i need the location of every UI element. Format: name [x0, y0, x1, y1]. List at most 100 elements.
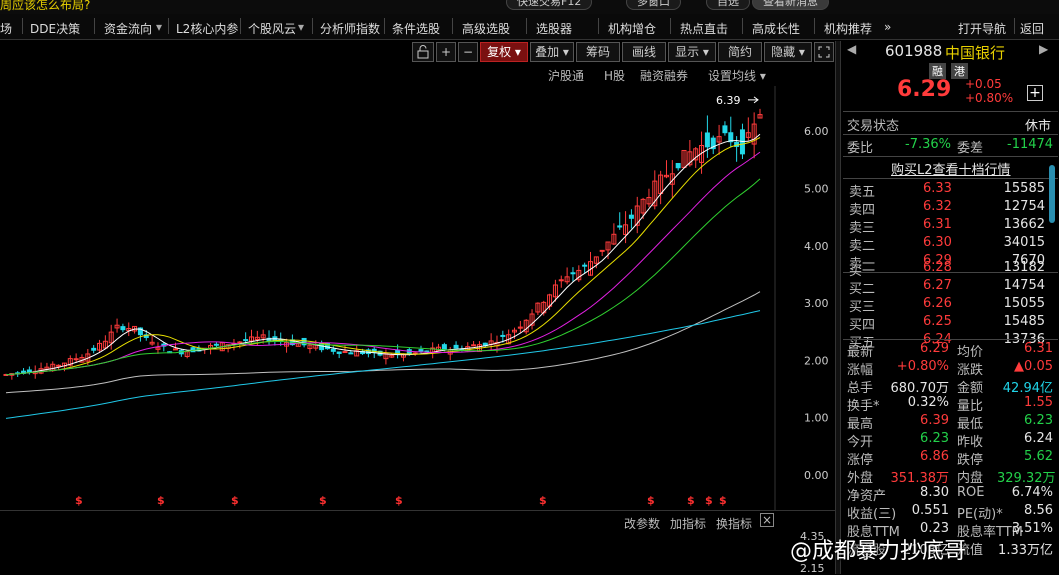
- menu-item-stock-news[interactable]: 个股风云: [248, 20, 296, 37]
- menu-item-capital-flow[interactable]: 资金流向: [104, 20, 152, 37]
- add-indicator-button[interactable]: 加指标: [670, 515, 706, 532]
- bid-row[interactable]: 买四 6.25 15485: [849, 314, 1049, 333]
- candle-body: [190, 347, 196, 353]
- stat-value: 6.39: [920, 413, 949, 428]
- stat-row: 外盘 351.38万 内盘 329.32万: [847, 467, 1056, 486]
- zoom-in-button[interactable]: +: [436, 42, 456, 62]
- dividend-marker-icon: $: [647, 494, 655, 507]
- menu-item-dde[interactable]: DDE决策: [30, 20, 80, 37]
- stat-row: 最新 6.29 均价 6.31: [847, 341, 1055, 360]
- bid-row[interactable]: 买一 6.28 13182: [849, 260, 1049, 279]
- menu-item-advanced-select[interactable]: 高级选股: [462, 20, 510, 37]
- candle-body: [237, 341, 243, 344]
- draw-line-button[interactable]: 画线: [622, 42, 666, 62]
- overlay-button[interactable]: 叠加 ▾: [530, 42, 574, 62]
- hk-connect-link[interactable]: 沪股通: [548, 67, 584, 84]
- chevron-down-icon[interactable]: ▾: [156, 20, 162, 34]
- hide-button[interactable]: 隐藏 ▾: [764, 42, 812, 62]
- stat-label: 最低: [957, 417, 984, 432]
- stat-label: 昨收: [957, 435, 984, 450]
- candle-body: [617, 225, 623, 228]
- multi-window-button[interactable]: 多窗口: [626, 0, 681, 10]
- zoom-out-button[interactable]: −: [458, 42, 478, 62]
- quick-trade-button[interactable]: 快速交易F12: [506, 0, 593, 10]
- chips-button[interactable]: 筹码: [576, 42, 620, 62]
- candle-body: [213, 343, 219, 346]
- chevron-down-icon[interactable]: ▾: [298, 20, 304, 34]
- menu-item-growth[interactable]: 高成长性: [752, 20, 800, 37]
- add-watchlist-button[interactable]: +: [1027, 85, 1043, 101]
- menu-item-screener[interactable]: 选股器: [536, 20, 572, 37]
- menu-item-recommend[interactable]: 机构推荐: [824, 20, 872, 37]
- ask-row[interactable]: 卖四 6.32 12754: [849, 199, 1049, 218]
- stat-value: 5.62: [1024, 449, 1053, 464]
- open-nav-button[interactable]: 打开导航: [958, 20, 1006, 37]
- restore-rights-button[interactable]: 复权 ▾: [480, 42, 528, 62]
- scrollbar-thumb[interactable]: [1049, 165, 1055, 223]
- next-stock-icon[interactable]: ▶: [1039, 42, 1048, 56]
- current-price: 6.29: [897, 77, 952, 102]
- ask-row[interactable]: 卖二 6.30 34015: [849, 235, 1049, 254]
- candle-body: [628, 214, 634, 219]
- ask-row[interactable]: 卖五 6.33 15585: [849, 181, 1049, 200]
- h-share-link[interactable]: H股: [604, 67, 625, 84]
- stock-name: 中国银行: [945, 44, 1006, 62]
- close-icon[interactable]: ×: [760, 513, 774, 527]
- candle-body: [570, 272, 576, 275]
- candle-body: [675, 162, 681, 169]
- indicator-toolbar: 改参数 加指标 换指标 ×: [0, 510, 835, 534]
- divider: [843, 339, 1058, 340]
- new-messages-button[interactable]: 查看新消息: [752, 0, 829, 10]
- stat-row: 最高 6.39 最低 6.23: [847, 413, 1055, 432]
- menu-item-institution-add[interactable]: 机构增仓: [608, 20, 656, 37]
- bid-row[interactable]: 买三 6.26 15055: [849, 296, 1049, 315]
- stat-value: 6.74%: [1011, 485, 1053, 500]
- candle-body: [348, 352, 354, 355]
- l2-purchase-link[interactable]: 购买L2查看十档行情: [891, 159, 1011, 178]
- stat-label: 涨跌: [957, 363, 984, 378]
- divider: [843, 111, 1058, 112]
- fullscreen-icon[interactable]: [814, 42, 834, 62]
- news-ticker[interactable]: 周应该怎么布局?: [0, 0, 90, 13]
- candle-body: [582, 264, 588, 267]
- menu-item-hotspot[interactable]: 热点直击: [680, 20, 728, 37]
- dividend-marker-icon: $: [231, 494, 239, 507]
- menu-item-condition-select[interactable]: 条件选股: [392, 20, 440, 37]
- menu-item-market[interactable]: 场: [0, 20, 12, 37]
- status-value: 休市: [1025, 119, 1052, 134]
- stat-row: 今开 6.23 昨收 6.24: [847, 431, 1055, 450]
- stat-label: 最高: [847, 417, 874, 432]
- back-button[interactable]: 返回: [1020, 20, 1044, 37]
- y-tick-label: 2.00: [804, 354, 829, 367]
- ask-row[interactable]: 卖三 6.31 13662: [849, 217, 1049, 236]
- switch-indicator-button[interactable]: 换指标: [716, 515, 752, 532]
- more-menu-icon[interactable]: »: [884, 20, 891, 34]
- overlay-label: 叠加: [535, 45, 560, 59]
- indicator-panel[interactable]: 4.35 2.15: [0, 530, 835, 575]
- menu-item-analyst[interactable]: 分析师指数: [320, 20, 380, 37]
- candle-body: [471, 344, 477, 347]
- y-tick-label: 3.00: [804, 297, 829, 310]
- watchlist-button[interactable]: 自选: [706, 0, 750, 10]
- stat-label: 今开: [847, 435, 874, 450]
- menu-item-l2[interactable]: L2核心内参: [176, 20, 238, 37]
- price-chart[interactable]: 6.00 5.00 4.00 3.00 2.00 1.00 0.00 6.39 $ $ $ $ $ $ $ $…: [0, 86, 835, 510]
- lock-icon[interactable]: [412, 42, 434, 62]
- stat-value: 42.94亿: [1002, 381, 1053, 396]
- simple-button[interactable]: 简约: [718, 42, 762, 62]
- display-button[interactable]: 显示 ▾: [668, 42, 716, 62]
- bid-label: 买四: [849, 318, 876, 333]
- set-ma-button[interactable]: 设置均线 ▾: [708, 67, 766, 84]
- candle-body: [73, 358, 79, 361]
- ask-label: 卖二: [849, 239, 876, 254]
- candle-body: [173, 348, 179, 351]
- bid-row[interactable]: 买二 6.27 14754: [849, 278, 1049, 297]
- ask-label: 卖三: [849, 221, 876, 236]
- ask-volume: 34015: [1003, 235, 1045, 250]
- change-params-button[interactable]: 改参数: [624, 515, 660, 532]
- kline-chart-svg[interactable]: 6.00 5.00 4.00 3.00 2.00 1.00 0.00 6.39 $ $ $ $ $ $ $ $…: [0, 86, 835, 510]
- dividend-marker-icon: $: [75, 494, 83, 507]
- prev-stock-icon[interactable]: ◀: [847, 42, 856, 56]
- margin-trading-link[interactable]: 融资融券: [640, 67, 688, 84]
- stat-label: 跌停: [957, 453, 984, 468]
